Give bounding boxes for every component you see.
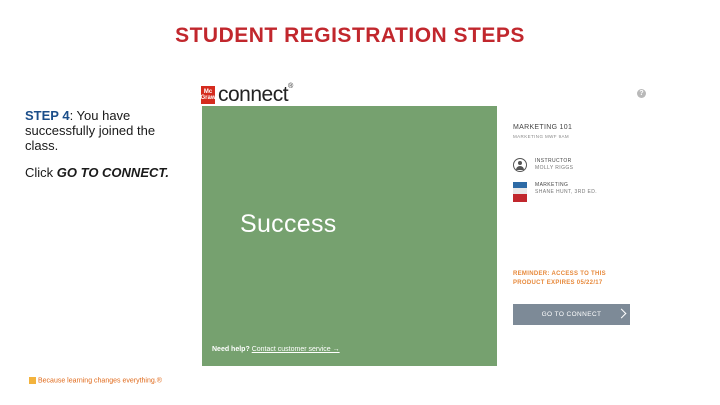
mcgraw-hill-logo-icon: Mc Graw: [201, 86, 216, 104]
access-reminder: REMINDER: ACCESS TO THIS PRODUCT EXPIRES…: [513, 271, 606, 286]
success-panel: Success Need help? Contact customer serv…: [202, 106, 497, 366]
course-info-panel: MARKETING 101 MARKETING MWF 9AM INSTRUCT…: [513, 124, 633, 325]
step-label: STEP 4: [25, 108, 70, 123]
click-target: GO TO CONNECT.: [56, 165, 169, 180]
course-name: MARKETING 101: [513, 124, 573, 131]
go-button-label: GO TO CONNECT: [541, 311, 602, 318]
book-cover-icon: [513, 182, 527, 202]
help-icon[interactable]: ?: [637, 89, 646, 98]
instructor-avatar-icon: [513, 158, 527, 172]
textbook-row: MARKETING SHANE HUNT, 3RD ED.: [513, 182, 597, 202]
connect-logo: Mc Graw connect®: [201, 83, 294, 106]
instructor-label: INSTRUCTOR: [535, 158, 572, 164]
success-heading: Success: [240, 210, 337, 238]
connect-wordmark: connect®: [218, 83, 293, 106]
chevron-right-icon: [616, 308, 627, 319]
book-author: SHANE HUNT, 3RD ED.: [535, 189, 598, 195]
book-title: MARKETING: [535, 182, 569, 188]
footer-tagline: Because learning changes everything.®: [29, 377, 162, 384]
click-instruction: Click GO TO CONNECT.: [25, 165, 185, 180]
slide-title: STUDENT REGISTRATION STEPS: [175, 24, 525, 47]
tagline-text: Because learning changes everything.®: [38, 377, 162, 385]
click-prefix: Click: [25, 165, 57, 180]
course-section: MARKETING MWF 9AM: [513, 134, 570, 139]
need-help: Need help? Contact customer service →: [212, 346, 340, 353]
need-help-label: Need help?: [212, 346, 250, 353]
instructor-name: MOLLY RIGGS: [535, 165, 574, 171]
instructor-row: INSTRUCTOR MOLLY RIGGS: [513, 158, 573, 172]
contact-support-link[interactable]: Contact customer service →: [252, 346, 340, 353]
step-description: STEP 4: You have successfully joined the…: [25, 108, 185, 153]
go-to-connect-button[interactable]: GO TO CONNECT: [513, 304, 630, 325]
instructions: STEP 4: You have successfully joined the…: [25, 108, 185, 192]
tagline-logo-icon: [29, 377, 36, 384]
